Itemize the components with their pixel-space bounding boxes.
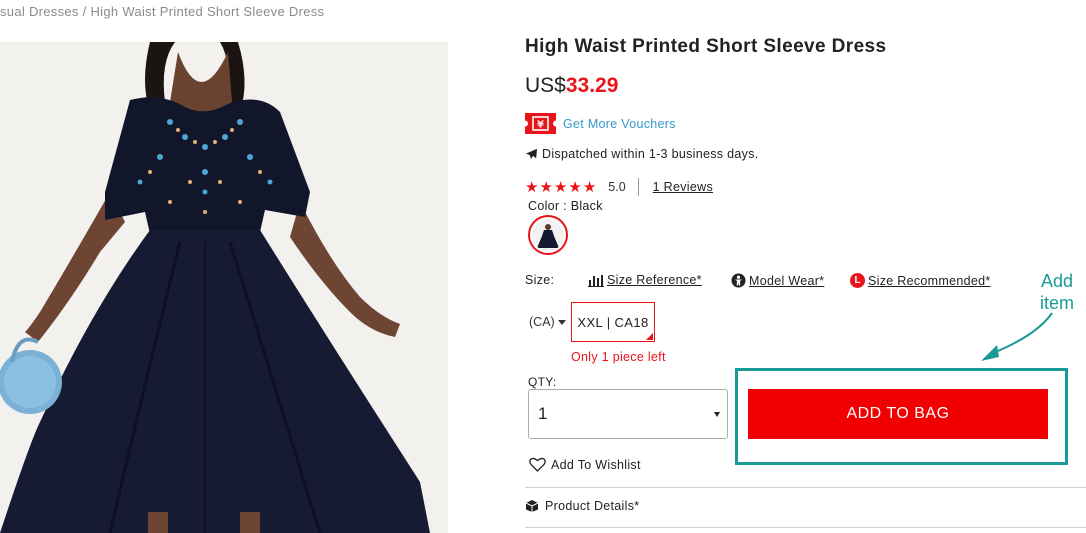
wishlist-label: Add To Wishlist	[551, 457, 641, 472]
voucher-ticket-icon: ¥	[525, 113, 556, 134]
add-to-wishlist-link[interactable]: Add To Wishlist	[529, 457, 641, 472]
product-title: High Waist Printed Short Sleeve Dress	[525, 36, 887, 57]
package-box-icon	[525, 500, 539, 512]
selected-corner-icon	[646, 333, 653, 340]
star-icon: ★	[539, 178, 553, 196]
reviews-link[interactable]: 1 Reviews	[653, 180, 713, 194]
get-vouchers-label: Get More Vouchers	[563, 116, 676, 131]
qty-label: QTY:	[528, 375, 557, 389]
dispatch-text: Dispatched within 1-3 business days.	[542, 147, 759, 161]
size-recommended-link[interactable]: L Size Recommended*	[850, 273, 991, 288]
product-details-toggle[interactable]: Product Details*	[525, 499, 639, 513]
annotation-line-1: Add	[1040, 271, 1074, 291]
model-person-icon	[731, 273, 746, 288]
rating-divider	[637, 178, 639, 196]
add-to-bag-button[interactable]: ADD TO BAG	[748, 389, 1048, 439]
rating-stars: ★ ★ ★ ★ ★	[525, 180, 596, 195]
recommended-size-badge: L	[850, 273, 865, 288]
product-image[interactable]	[0, 42, 448, 533]
product-price: US$33.29	[525, 74, 618, 98]
quantity-select[interactable]: 1	[528, 389, 728, 439]
annotation-arrow-icon	[981, 312, 1053, 361]
price-amount: 33.29	[565, 74, 619, 97]
size-reference-link[interactable]: Size Reference*	[588, 273, 702, 287]
plane-icon	[525, 148, 538, 159]
model-wear-link[interactable]: Model Wear*	[731, 273, 824, 288]
star-icon: ★	[568, 178, 582, 196]
heart-icon	[529, 457, 546, 472]
rating-row: ★ ★ ★ ★ ★ 5.0 1 Reviews	[525, 178, 713, 196]
bar-chart-icon	[588, 274, 604, 287]
dispatch-info: Dispatched within 1-3 business days.	[525, 147, 758, 161]
size-label: Size:	[525, 273, 555, 287]
chevron-down-icon	[557, 319, 566, 325]
section-divider	[525, 527, 1086, 528]
color-swatch-thumbnail	[532, 219, 564, 251]
product-info-panel: High Waist Printed Short Sleeve Dress US…	[525, 0, 1086, 533]
size-region-value: (CA)	[529, 315, 555, 329]
section-divider	[525, 487, 1086, 488]
price-currency: US$	[525, 74, 566, 97]
model-wear-label: Model Wear*	[749, 273, 825, 288]
size-option-label: XXL | CA18	[577, 314, 649, 330]
star-icon: ★	[553, 178, 568, 196]
size-region-dropdown[interactable]: (CA)	[529, 315, 566, 329]
rating-score: 5.0	[608, 180, 626, 194]
color-swatch-black[interactable]	[528, 215, 568, 255]
color-label: Color : Black	[528, 199, 603, 213]
breadcrumb[interactable]: sual Dresses / High Waist Printed Short …	[0, 4, 324, 19]
star-icon: ★	[525, 178, 539, 196]
stock-warning: Only 1 piece left	[571, 350, 666, 364]
svg-text:¥: ¥	[537, 120, 544, 131]
size-recommended-label: Size Recommended*	[868, 273, 991, 288]
quantity-value: 1	[538, 404, 548, 423]
dropdown-arrow-icon	[714, 411, 720, 417]
size-option-selected[interactable]: XXL | CA18	[571, 302, 655, 342]
get-vouchers-link[interactable]: ¥ Get More Vouchers	[525, 113, 676, 134]
product-details-label: Product Details*	[545, 499, 640, 513]
star-icon: ★	[582, 178, 597, 196]
size-reference-label: Size Reference*	[607, 273, 702, 287]
size-row: Size: Size Reference* Model Wear* L Size…	[525, 273, 1086, 291]
